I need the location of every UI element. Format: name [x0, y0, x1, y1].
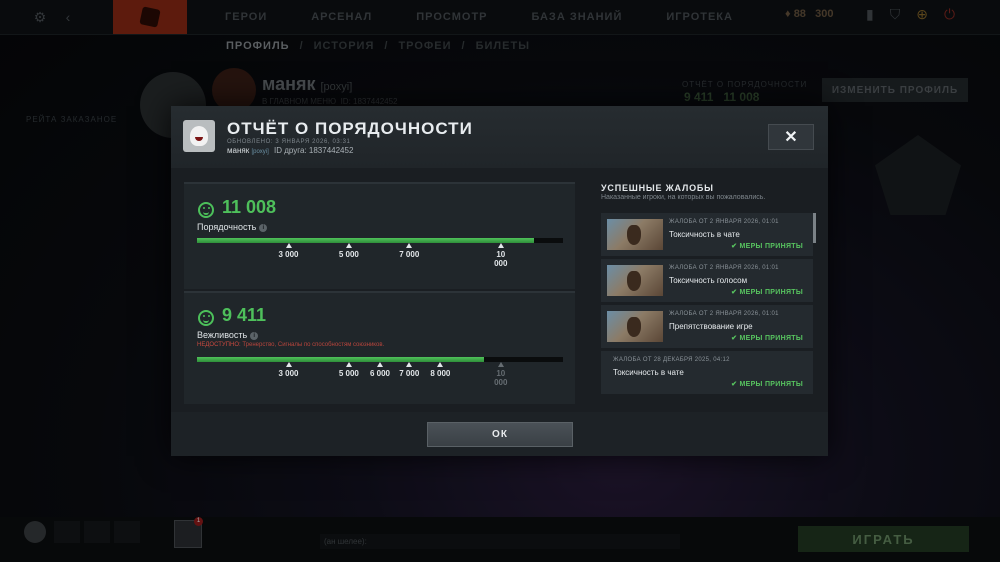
report-date: ЖАЛОБА ОТ 28 ДЕКАБРЯ 2025, 04:12 — [613, 357, 730, 363]
communication-score-value: 9 411 — [222, 305, 267, 325]
report-item[interactable]: ЖАЛОБА ОТ 2 ЯНВАРЯ 2026, 01:01 Токсичност… — [601, 213, 815, 256]
bar-tick: 10 000 — [483, 243, 519, 268]
report-status-text: МЕРЫ ПРИНЯТЫ — [739, 243, 803, 250]
scroll-thumb[interactable] — [813, 213, 816, 243]
behavior-score-label: Порядочность — [197, 222, 257, 232]
reports-subtitle: Наказанные игроки, на которых вы пожалов… — [601, 194, 766, 201]
bar-tick: 5 000 — [331, 243, 367, 259]
behavior-score-label-row: Порядочность i — [197, 222, 268, 232]
communication-score-label: Вежливость — [197, 330, 248, 340]
report-reason: Токсичность голосом — [669, 276, 748, 285]
bar-tick: 10 000 — [483, 362, 519, 387]
behavior-score-value: 11 008 — [222, 197, 277, 217]
modal-avatar — [183, 120, 215, 152]
tick-label: 5 000 — [338, 369, 359, 378]
info-icon[interactable]: i — [250, 331, 259, 340]
report-item[interactable]: ЖАЛОБА ОТ 28 ДЕКАБРЯ 2025, 04:12 Токсично… — [601, 351, 815, 394]
report-date: ЖАЛОБА ОТ 2 ЯНВАРЯ 2026, 01:01 — [669, 265, 779, 271]
behavior-score-panel: 11 008 Порядочность i 3 000 5 000 7 000 10 0… — [184, 182, 575, 289]
report-status-text: МЕРЫ ПРИНЯТЫ — [739, 289, 803, 296]
report-reason: Токсичность в чате — [613, 368, 684, 377]
bar-tick: 3 000 — [271, 243, 307, 259]
hero-portrait — [607, 311, 663, 342]
tick-label: 3 000 — [278, 369, 299, 378]
tick-label: 8 000 — [430, 369, 451, 378]
info-icon[interactable]: i — [259, 223, 268, 232]
report-status: ✔ МЕРЫ ПРИНЯТЫ — [731, 288, 803, 296]
tick-marker-icon — [377, 362, 383, 367]
report-date: ЖАЛОБА ОТ 2 ЯНВАРЯ 2026, 01:01 — [669, 219, 779, 225]
bar-tick: 3 000 — [271, 362, 307, 378]
communication-score-panel: 9 411 Вежливость i НЕДОСТУПНО: Тренерство… — [184, 291, 575, 404]
report-status: ✔ МЕРЫ ПРИНЯТЫ — [731, 242, 803, 250]
tick-marker-icon — [345, 362, 352, 367]
modal-updated: ОБНОВЛЕНО: 3 ЯНВАРЯ 2026, 03:31 — [227, 139, 351, 145]
tick-label: 10 000 — [494, 369, 508, 387]
report-reason: Препятствование игре — [669, 322, 753, 331]
tick-marker-icon — [345, 243, 352, 248]
ok-button[interactable]: ОК — [427, 422, 573, 447]
unavailable-text: Тренерство, Сигналы по способностям союз… — [242, 342, 385, 348]
tick-label: 7 000 — [399, 369, 420, 378]
unavailable-label: НЕДОСТУПНО: — [197, 342, 241, 348]
report-date: ЖАЛОБА ОТ 2 ЯНВАРЯ 2026, 01:01 — [669, 311, 779, 317]
smiley-icon — [198, 310, 214, 326]
tick-marker-icon — [406, 243, 413, 248]
report-status-text: МЕРЫ ПРИНЯТЫ — [739, 381, 803, 388]
tick-marker-icon — [497, 362, 504, 367]
reports-list[interactable]: ЖАЛОБА ОТ 2 ЯНВАРЯ 2026, 01:01 Токсичност… — [601, 213, 815, 401]
communication-score-label-row: Вежливость i — [197, 330, 259, 340]
close-button[interactable]: ✕ — [768, 124, 814, 150]
report-status: ✔ МЕРЫ ПРИНЯТЫ — [731, 334, 803, 342]
modal-user-line: маняк [poxyi] ID друга: 1837442452 — [227, 146, 353, 155]
unavailable-features: НЕДОСТУПНО: Тренерство, Сигналы по спосо… — [197, 342, 384, 348]
conduct-report-modal: ОТЧЁТ О ПОРЯДОЧНОСТИ ОБНОВЛЕНО: 3 ЯНВАРЯ… — [171, 106, 828, 456]
bar-tick: 7 000 — [391, 243, 427, 259]
hero-portrait — [607, 265, 663, 296]
tick-marker-icon — [497, 243, 504, 248]
tick-label: 7 000 — [399, 250, 420, 259]
bar-tick: 8 000 — [422, 362, 458, 378]
tick-marker-icon — [406, 362, 413, 367]
tick-label: 6 000 — [369, 369, 391, 378]
tick-marker-icon — [285, 243, 292, 248]
report-status: ✔ МЕРЫ ПРИНЯТЫ — [731, 380, 803, 388]
modal-friend-id: ID друга: 1837442452 — [274, 146, 354, 155]
modal-header: ОТЧЁТ О ПОРЯДОЧНОСТИ ОБНОВЛЕНО: 3 ЯНВАРЯ… — [171, 106, 828, 168]
reports-scrollbar[interactable] — [813, 213, 816, 401]
smiley-icon — [198, 202, 214, 218]
modal-username: маняк — [227, 146, 250, 155]
reports-title: УСПЕШНЫЕ ЖАЛОБЫ — [601, 183, 714, 193]
report-item[interactable]: ЖАЛОБА ОТ 2 ЯНВАРЯ 2026, 01:01 Токсичност… — [601, 259, 815, 302]
report-status-text: МЕРЫ ПРИНЯТЫ — [739, 335, 803, 342]
tick-label: 5 000 — [338, 250, 359, 259]
tick-marker-icon — [285, 362, 292, 367]
tick-label: 3 000 — [278, 250, 299, 259]
report-reason: Токсичность в чате — [669, 230, 740, 239]
modal-usertag: [poxyi] — [251, 149, 269, 155]
report-item[interactable]: ЖАЛОБА ОТ 2 ЯНВАРЯ 2026, 01:01 Препятство… — [601, 305, 815, 348]
tick-label: 10 000 — [494, 250, 508, 268]
hero-portrait — [607, 219, 663, 250]
modal-title: ОТЧЁТ О ПОРЯДОЧНОСТИ — [227, 119, 473, 138]
tick-marker-icon — [437, 362, 444, 367]
